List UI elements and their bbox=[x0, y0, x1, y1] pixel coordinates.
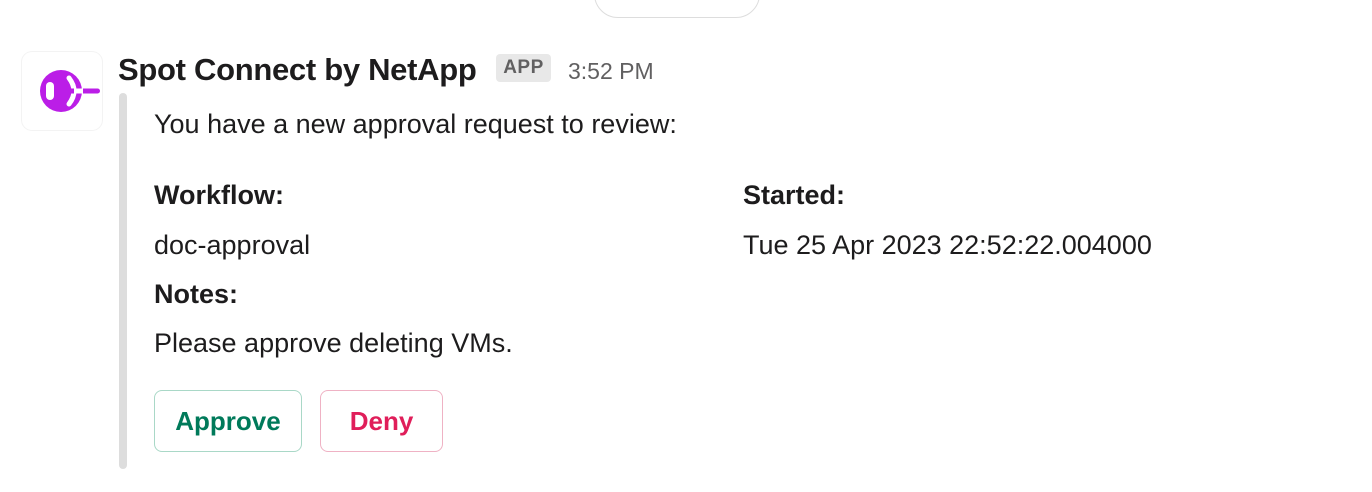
notes-value: Please approve deleting VMs. bbox=[154, 328, 513, 358]
started-value: Tue 25 Apr 2023 22:52:22.004000 bbox=[743, 230, 1152, 260]
attachment-bar bbox=[119, 93, 127, 469]
workflow-value: doc-approval bbox=[154, 230, 311, 260]
approve-button[interactable]: Approve bbox=[154, 390, 302, 452]
app-badge: APP bbox=[496, 54, 551, 82]
started-label: Started: bbox=[743, 180, 846, 210]
intro-text: You have a new approval request to revie… bbox=[154, 109, 677, 139]
app-avatar[interactable] bbox=[22, 52, 102, 130]
message-timestamp[interactable]: 3:52 PM bbox=[568, 55, 654, 87]
netapp-spot-logo-icon bbox=[40, 70, 100, 112]
sender-name[interactable]: Spot Connect by NetApp bbox=[118, 50, 477, 90]
previous-message-pill[interactable] bbox=[594, 0, 760, 18]
notes-label: Notes: bbox=[154, 279, 239, 309]
deny-button[interactable]: Deny bbox=[320, 390, 443, 452]
workflow-label: Workflow: bbox=[154, 180, 284, 210]
